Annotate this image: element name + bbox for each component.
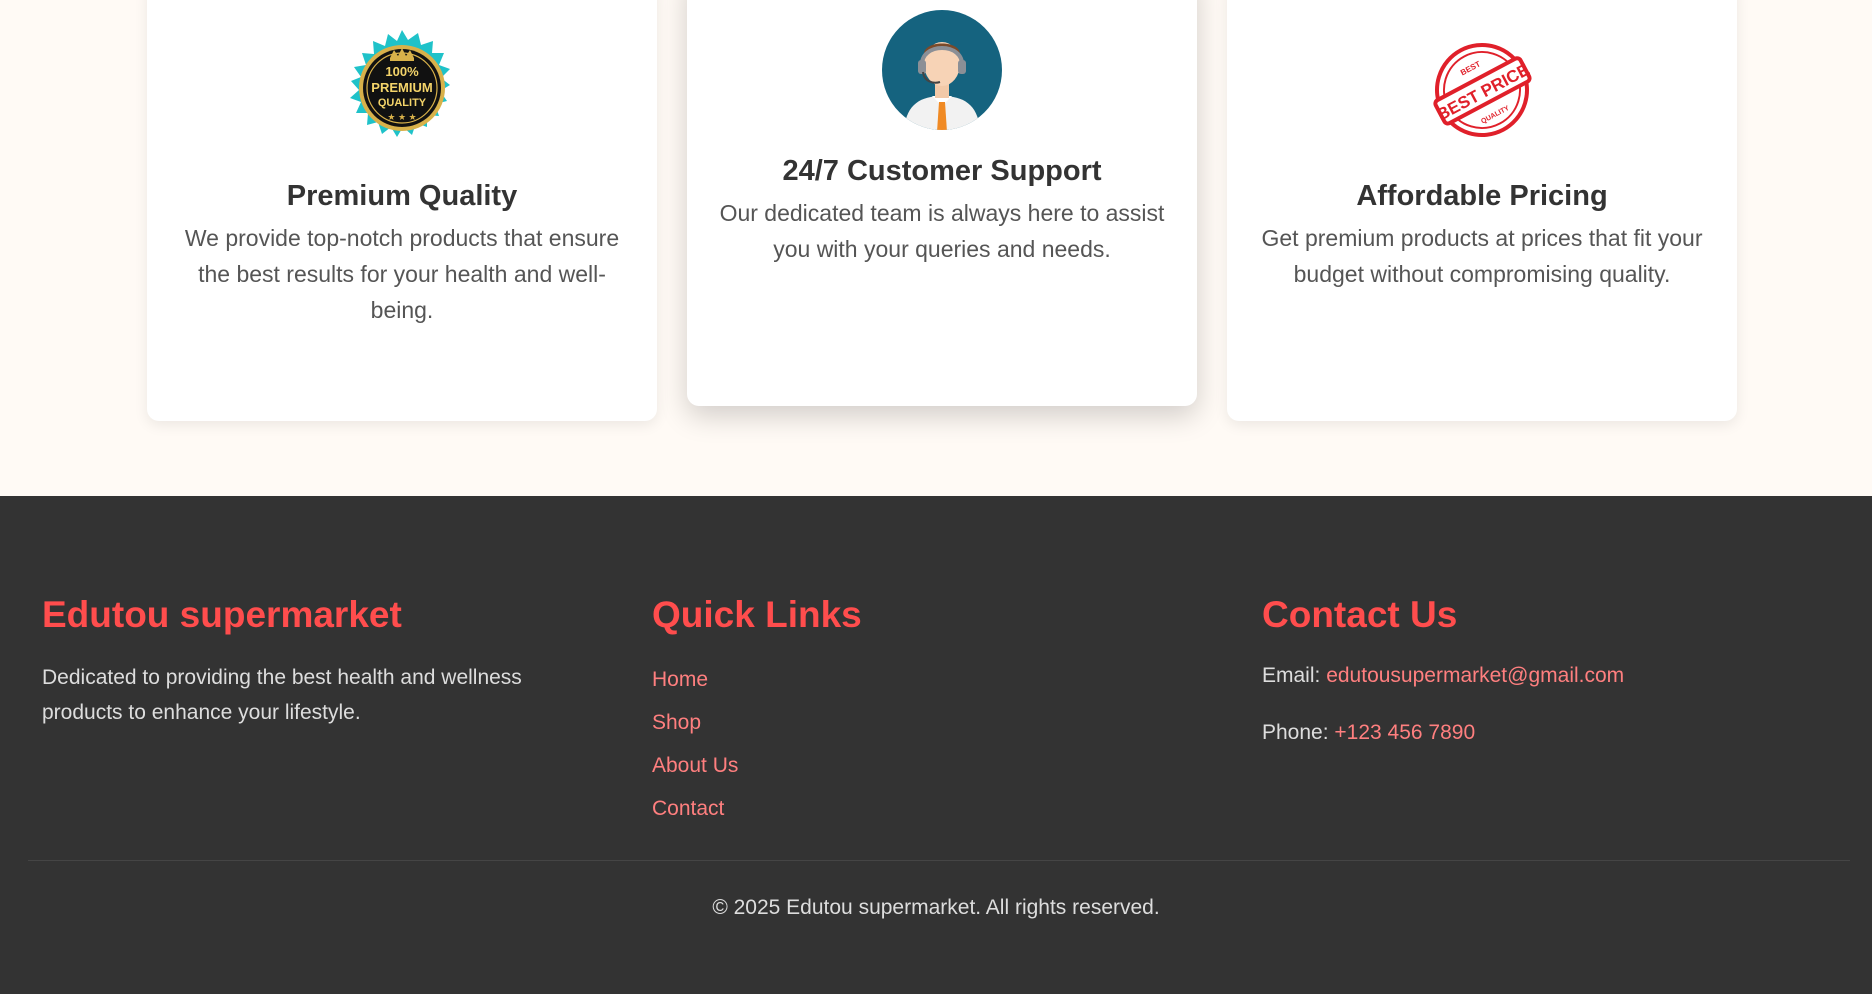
premium-quality-badge-icon: 100% PREMIUM QUALITY ★ ★ ★ bbox=[147, 28, 657, 148]
svg-text:PREMIUM: PREMIUM bbox=[371, 80, 432, 95]
footer-brand-description: Dedicated to providing the best health a… bbox=[42, 666, 522, 724]
feature-title: Premium Quality bbox=[286, 180, 518, 212]
footer-link-about-us[interactable]: About Us bbox=[652, 744, 1172, 787]
contact-email-line: Email: edutousupermarket@gmail.com bbox=[1262, 662, 1822, 690]
email-label: Email: bbox=[1262, 664, 1321, 687]
svg-text:BEST: BEST bbox=[1459, 59, 1482, 77]
footer-contact-column: Contact Us Email: edutousupermarket@gmai… bbox=[1262, 592, 1822, 747]
svg-text:QUALITY: QUALITY bbox=[1480, 105, 1511, 126]
footer-brand-column: Edutou supermarket Dedicated to providin… bbox=[42, 592, 562, 730]
copyright-text: © 2025 Edutou supermarket. All rights re… bbox=[712, 896, 1160, 919]
best-price-stamp-icon: BEST PRICE BEST QUALITY bbox=[1227, 40, 1737, 140]
feature-title: 24/7 Customer Support bbox=[782, 155, 1102, 187]
site-footer: Edutou supermarket Dedicated to providin… bbox=[0, 496, 1872, 994]
footer-link-shop[interactable]: Shop bbox=[652, 701, 1172, 744]
phone-label: Phone: bbox=[1262, 721, 1329, 744]
quick-links-nav: Home Shop About Us Contact bbox=[652, 658, 1172, 830]
footer-divider bbox=[28, 860, 1850, 861]
feature-description: Get premium products at prices that fit … bbox=[1261, 225, 1703, 287]
svg-text:100%: 100% bbox=[385, 64, 419, 79]
features-section: 100% PREMIUM QUALITY ★ ★ ★ Premium Quali… bbox=[0, 0, 1872, 496]
footer-brand-title: Edutou supermarket bbox=[42, 594, 402, 635]
footer-quick-links-column: Quick Links Home Shop About Us Contact bbox=[652, 592, 1172, 830]
email-link[interactable]: edutousupermarket@gmail.com bbox=[1326, 664, 1624, 687]
feature-description: We provide top-notch products that ensur… bbox=[184, 225, 620, 323]
feature-description: Our dedicated team is always here to ass… bbox=[719, 200, 1165, 262]
svg-text:QUALITY: QUALITY bbox=[378, 97, 427, 109]
feature-card-customer-support: 24/7 Customer Support Our dedicated team… bbox=[687, 0, 1197, 406]
quick-links-title: Quick Links bbox=[652, 594, 862, 635]
contact-title: Contact Us bbox=[1262, 594, 1458, 635]
footer-link-contact[interactable]: Contact bbox=[652, 787, 1172, 830]
phone-link[interactable]: +123 456 7890 bbox=[1334, 721, 1475, 744]
feature-card-premium-quality: 100% PREMIUM QUALITY ★ ★ ★ Premium Quali… bbox=[147, 0, 657, 421]
svg-text:★ ★ ★: ★ ★ ★ bbox=[387, 112, 416, 122]
contact-phone-line: Phone: +123 456 7890 bbox=[1262, 719, 1822, 747]
customer-support-agent-icon bbox=[687, 10, 1197, 130]
feature-card-affordable-pricing: BEST PRICE BEST QUALITY Affordable Prici… bbox=[1227, 0, 1737, 421]
footer-link-home[interactable]: Home bbox=[652, 658, 1172, 701]
feature-title: Affordable Pricing bbox=[1356, 180, 1608, 212]
